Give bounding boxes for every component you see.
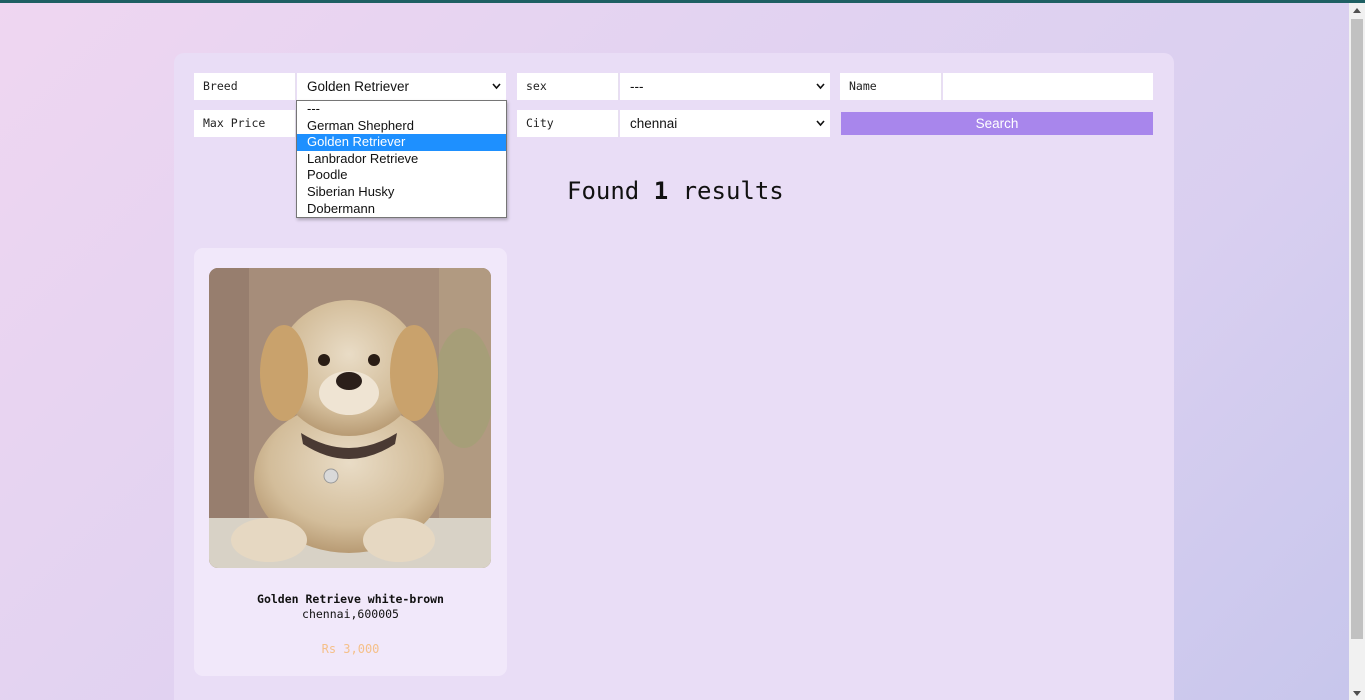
- breed-select[interactable]: Golden Retriever: [297, 73, 506, 100]
- listing-location: chennai,600005: [302, 607, 399, 621]
- scroll-down-icon[interactable]: [1353, 691, 1361, 696]
- results-count: 1: [653, 177, 669, 205]
- city-select[interactable]: chennai: [620, 110, 830, 137]
- results-heading: Found 1 results: [567, 177, 784, 205]
- sex-label: sex: [517, 73, 619, 100]
- scroll-up-icon[interactable]: [1353, 8, 1361, 13]
- search-button[interactable]: Search: [841, 112, 1153, 135]
- breed-option-selected[interactable]: Golden Retriever: [297, 134, 506, 151]
- chevron-down-icon: [816, 119, 825, 127]
- breed-option[interactable]: German Shepherd: [297, 118, 506, 135]
- chevron-down-icon: [816, 82, 825, 90]
- breed-field: Breed Golden Retriever: [194, 73, 506, 100]
- breed-option[interactable]: Siberian Husky: [297, 184, 506, 201]
- breed-option[interactable]: Poodle: [297, 167, 506, 184]
- page-scrollbar[interactable]: [1349, 3, 1365, 700]
- city-select-value: chennai: [630, 116, 678, 131]
- breed-label: Breed: [194, 73, 296, 100]
- name-input[interactable]: [943, 73, 1153, 100]
- puppy-photo[interactable]: [209, 268, 491, 568]
- city-label: City: [517, 110, 619, 137]
- browser-top-accent-bar: [0, 0, 1365, 3]
- name-label: Name: [840, 73, 942, 100]
- listing-price: Rs 3,000: [321, 642, 380, 656]
- chevron-down-icon: [492, 82, 501, 90]
- breed-option[interactable]: ---: [297, 101, 506, 118]
- max-price-label: Max Price: [194, 110, 296, 137]
- sex-select-value: ---: [630, 79, 644, 94]
- breed-dropdown-list: --- German Shepherd Golden Retriever Lan…: [296, 100, 507, 218]
- listing-title[interactable]: Golden Retrieve white-brown: [194, 592, 507, 606]
- breed-option[interactable]: Dobermann: [297, 201, 506, 218]
- breed-select-value: Golden Retriever: [307, 79, 410, 94]
- scrollbar-thumb[interactable]: [1351, 19, 1363, 639]
- name-field: Name: [840, 73, 1153, 100]
- breed-option[interactable]: Lanbrador Retrieve: [297, 151, 506, 168]
- results-suffix: results: [682, 177, 784, 205]
- city-field: City chennai: [517, 110, 830, 137]
- sex-field: sex ---: [517, 73, 830, 100]
- sex-select[interactable]: ---: [620, 73, 830, 100]
- results-prefix: Found: [567, 177, 640, 205]
- listing-card[interactable]: Golden Retrieve white-brown chennai,6000…: [194, 248, 507, 676]
